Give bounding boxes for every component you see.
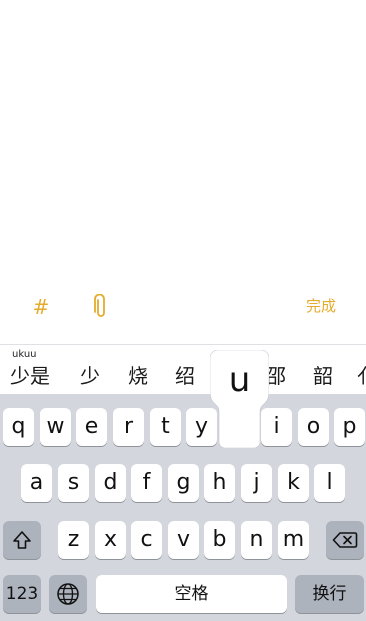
shift-key[interactable] xyxy=(3,521,41,559)
candidate-item-partial[interactable]: 亻 xyxy=(357,362,366,390)
delete-key[interactable] xyxy=(326,521,364,559)
shift-icon xyxy=(13,531,31,549)
globe-icon xyxy=(57,583,79,605)
key-k[interactable]: k xyxy=(278,464,309,502)
key-w[interactable]: w xyxy=(40,408,71,446)
globe-key[interactable] xyxy=(49,575,87,613)
candidate-item[interactable]: 韶 xyxy=(313,362,333,390)
key-m[interactable]: m xyxy=(278,521,309,559)
candidate-item[interactable]: 少 xyxy=(80,362,100,390)
numbers-key[interactable]: 123 xyxy=(3,575,41,613)
key-q[interactable]: q xyxy=(3,408,34,446)
key-v[interactable]: v xyxy=(168,521,199,559)
key-f[interactable]: f xyxy=(131,464,162,502)
space-key[interactable]: 空格 xyxy=(96,575,287,613)
key-x[interactable]: x xyxy=(95,521,126,559)
key-g[interactable]: g xyxy=(168,464,199,502)
key-c[interactable]: c xyxy=(131,521,162,559)
candidate-item[interactable]: 少是 xyxy=(10,362,50,390)
key-t[interactable]: t xyxy=(150,408,181,446)
key-h[interactable]: h xyxy=(204,464,235,502)
candidate-bar: ukuu 少是 少 烧 绍 邵 韶 亻 xyxy=(0,344,366,395)
candidate-item[interactable]: 绍 xyxy=(175,362,195,390)
done-button[interactable]: 完成 xyxy=(306,295,336,317)
key-d[interactable]: d xyxy=(95,464,126,502)
key-s[interactable]: s xyxy=(58,464,89,502)
return-key[interactable]: 换行 xyxy=(295,575,364,613)
key-r[interactable]: r xyxy=(113,408,144,446)
key-l[interactable]: l xyxy=(314,464,345,502)
tag-button[interactable]: # xyxy=(31,295,51,319)
key-b[interactable]: b xyxy=(204,521,235,559)
key-a[interactable]: a xyxy=(21,464,52,502)
paperclip-icon[interactable] xyxy=(91,293,111,320)
key-p[interactable]: p xyxy=(334,408,365,446)
notes-toolbar: # 完成 xyxy=(0,285,366,328)
note-body[interactable] xyxy=(0,0,366,285)
key-popup-u: u xyxy=(210,350,269,448)
key-e[interactable]: e xyxy=(76,408,107,446)
candidate-item[interactable]: 邵 xyxy=(266,362,286,390)
delete-icon xyxy=(332,532,358,548)
keyboard: q w e r t y i o p a s d f g h j k l z x … xyxy=(0,394,366,621)
popup-letter: u xyxy=(228,360,251,400)
pinyin-composition: ukuu xyxy=(12,349,37,360)
key-z[interactable]: z xyxy=(58,521,89,559)
candidate-item[interactable]: 烧 xyxy=(128,362,148,390)
key-o[interactable]: o xyxy=(298,408,329,446)
key-n[interactable]: n xyxy=(241,521,272,559)
key-j[interactable]: j xyxy=(241,464,272,502)
